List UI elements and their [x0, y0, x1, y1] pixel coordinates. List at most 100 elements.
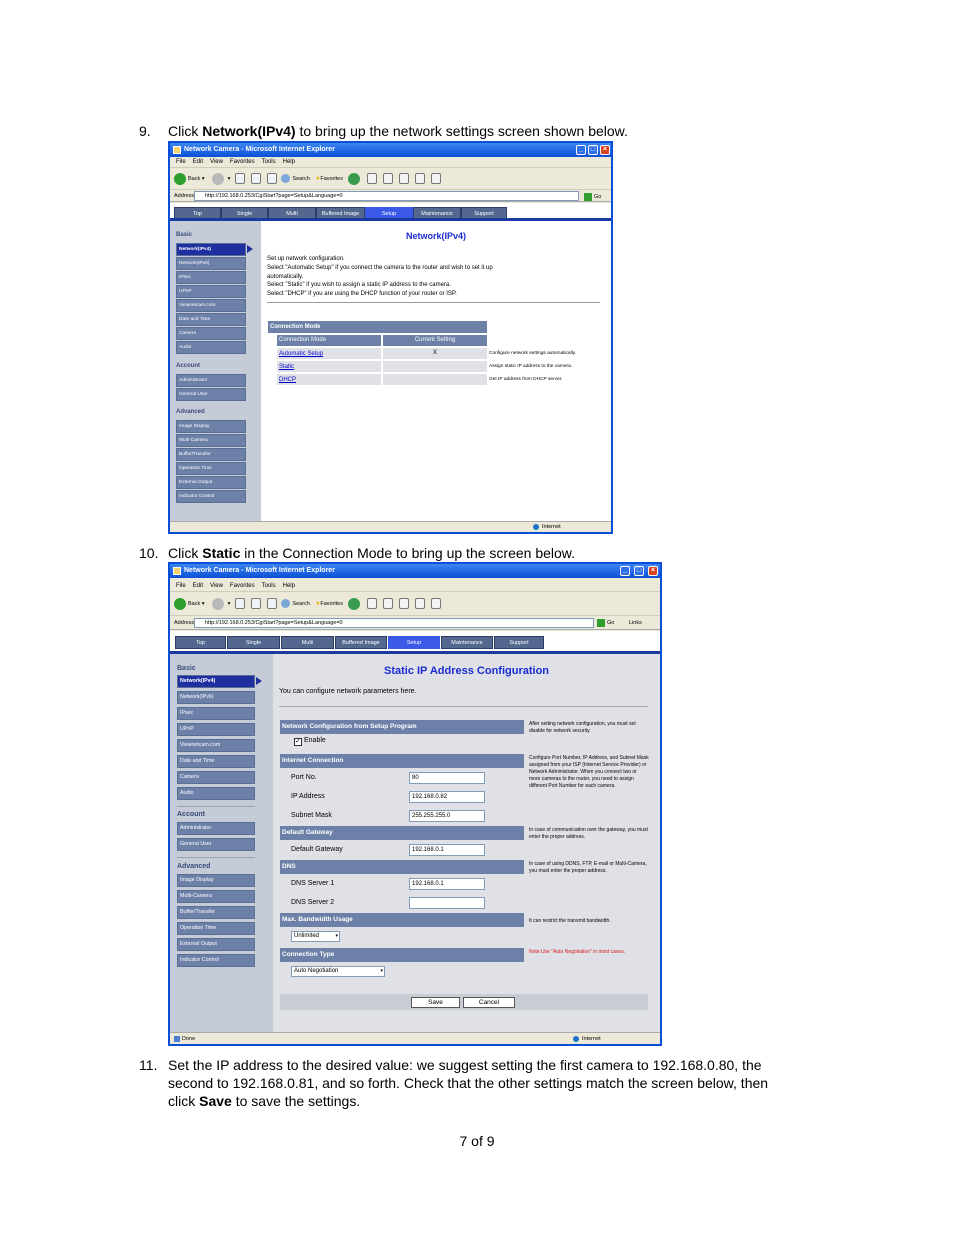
sidebar-item-upnp[interactable]: UPnP: [177, 723, 255, 736]
home-icon[interactable]: [266, 173, 277, 185]
sidebar-item-date-time[interactable]: Date and Time: [176, 313, 246, 326]
refresh-icon[interactable]: [250, 173, 261, 185]
sidebar-item-operation-time[interactable]: Operation Time: [176, 462, 246, 475]
stop-icon[interactable]: [234, 173, 245, 185]
menu-favorites[interactable]: Favorites: [230, 583, 255, 589]
sidebar-item-ipsec[interactable]: IPsec: [176, 271, 246, 284]
menu-favorites[interactable]: Favorites: [230, 159, 255, 165]
bandwidth-select[interactable]: Unlimited ▾: [291, 931, 340, 942]
discuss-icon[interactable]: [415, 173, 426, 185]
sidebar-item-upnp[interactable]: UPnP: [176, 285, 246, 298]
back-icon[interactable]: [174, 172, 186, 185]
sidebar-item-viewnetcam[interactable]: Viewnetcam.com: [177, 739, 255, 752]
sidebar-item-administrator[interactable]: Administrator: [176, 374, 246, 387]
forward-icon[interactable]: [212, 597, 225, 610]
menu-view[interactable]: View: [210, 159, 223, 165]
favorites-label[interactable]: Favorites: [320, 176, 343, 182]
sidebar-item-network-ipv6[interactable]: Network(IPv6): [177, 691, 255, 704]
mask-input[interactable]: 255.255.255.0: [409, 810, 485, 822]
sidebar-item-audio[interactable]: Audio: [176, 341, 246, 354]
sidebar-item-multi-camera[interactable]: Multi-Camera: [177, 890, 255, 903]
sidebar-item-indicator-control[interactable]: Indicator Control: [177, 954, 255, 967]
back-label[interactable]: Back: [188, 601, 200, 607]
history-icon[interactable]: [348, 597, 361, 610]
sidebar-item-multi-camera[interactable]: Multi-Camera: [176, 434, 246, 447]
menu-file[interactable]: File: [176, 583, 186, 589]
menu-view[interactable]: View: [210, 583, 223, 589]
sidebar-item-general-user[interactable]: General User: [176, 388, 246, 401]
go-button[interactable]: Go: [597, 616, 614, 630]
menu-edit[interactable]: Edit: [193, 159, 203, 165]
print-icon[interactable]: [383, 173, 394, 185]
address-input[interactable]: http://192.168.0.253/CgiStart?page=Setup…: [194, 618, 594, 628]
sidebar-item-ipsec[interactable]: IPsec: [177, 707, 255, 720]
address-input[interactable]: http://192.168.0.253/CgiStart?page=Setup…: [194, 191, 579, 201]
cancel-button[interactable]: Cancel: [463, 997, 515, 1008]
sidebar-item-image-display[interactable]: Image Display: [177, 874, 255, 887]
tab-setup[interactable]: Setup: [388, 636, 440, 649]
dns1-input[interactable]: 192.168.0.1: [409, 878, 485, 890]
back-label[interactable]: Back: [188, 176, 200, 182]
close-icon[interactable]: ×: [600, 145, 610, 155]
enable-checkbox[interactable]: ✓: [294, 738, 302, 746]
link-automatic-setup[interactable]: Automatic Setup: [279, 349, 323, 359]
sidebar-item-image-display[interactable]: Image Display: [176, 420, 246, 433]
maximize-icon[interactable]: □: [588, 145, 598, 155]
link-dhcp[interactable]: DHCP: [279, 375, 296, 385]
sidebar-item-network-ipv4[interactable]: Network(IPv4): [176, 243, 253, 256]
edit-icon[interactable]: [399, 598, 410, 610]
menu-help[interactable]: Help: [283, 583, 295, 589]
sidebar-item-buffer-transfer[interactable]: Buffer/Transfer: [176, 448, 246, 461]
menu-file[interactable]: File: [176, 159, 186, 165]
sidebar-item-viewnetcam[interactable]: Viewnetcam.com: [176, 299, 246, 312]
tab-support[interactable]: Support: [494, 636, 544, 649]
save-button[interactable]: Save: [411, 997, 460, 1008]
links-button[interactable]: Links: [629, 616, 642, 630]
research-icon[interactable]: [431, 598, 442, 610]
refresh-icon[interactable]: [250, 598, 261, 610]
home-icon[interactable]: [266, 598, 277, 610]
sidebar-item-general-user[interactable]: General User: [177, 838, 255, 851]
history-icon[interactable]: [348, 172, 361, 185]
link-static[interactable]: Static: [279, 362, 294, 372]
port-input[interactable]: 80: [409, 772, 485, 784]
stop-icon[interactable]: [234, 598, 245, 610]
discuss-icon[interactable]: [415, 598, 426, 610]
back-icon[interactable]: [174, 597, 186, 610]
menu-edit[interactable]: Edit: [193, 583, 203, 589]
favorites-label[interactable]: Favorites: [320, 601, 343, 607]
dns2-input[interactable]: [409, 897, 485, 909]
close-icon[interactable]: ×: [648, 566, 658, 576]
menu-tools[interactable]: Tools: [262, 159, 276, 165]
sidebar-item-buffer-transfer[interactable]: Buffer/Transfer: [177, 906, 255, 919]
menu-tools[interactable]: Tools: [262, 583, 276, 589]
menu-help[interactable]: Help: [283, 159, 295, 165]
tab-single[interactable]: Single: [227, 636, 280, 649]
search-label[interactable]: Search: [292, 601, 309, 607]
print-icon[interactable]: [383, 598, 394, 610]
sidebar-item-network-ipv4[interactable]: Network(IPv4): [177, 675, 262, 688]
sidebar-item-date-time[interactable]: Date and Time: [177, 755, 255, 768]
mail-icon[interactable]: [367, 598, 378, 610]
ip-input[interactable]: 192.168.0.82: [409, 791, 485, 803]
sidebar-item-camera[interactable]: Camera: [177, 771, 255, 784]
search-icon[interactable]: [281, 174, 291, 184]
tab-buffered-image[interactable]: Buffered Image: [335, 636, 387, 649]
maximize-icon[interactable]: □: [634, 566, 644, 576]
research-icon[interactable]: [431, 173, 442, 185]
search-label[interactable]: Search: [292, 176, 309, 182]
tab-multi[interactable]: Multi: [281, 636, 334, 649]
sidebar-item-external-output[interactable]: External Output: [176, 476, 246, 489]
connection-type-select[interactable]: Auto Negotiation ▾: [291, 966, 385, 977]
sidebar-item-operation-time[interactable]: Operation Time: [177, 922, 255, 935]
tab-maintenance[interactable]: Maintenance: [441, 636, 493, 649]
tab-top[interactable]: Top: [175, 636, 226, 649]
go-button[interactable]: Go: [584, 191, 601, 203]
sidebar-item-network-ipv6[interactable]: Network(IPv6): [176, 257, 246, 270]
minimize-icon[interactable]: _: [620, 566, 630, 576]
edit-icon[interactable]: [399, 173, 410, 185]
sidebar-item-administrator[interactable]: Administrator: [177, 822, 255, 835]
sidebar-item-audio[interactable]: Audio: [177, 787, 255, 800]
search-icon[interactable]: [281, 599, 291, 609]
mail-icon[interactable]: [367, 173, 378, 185]
